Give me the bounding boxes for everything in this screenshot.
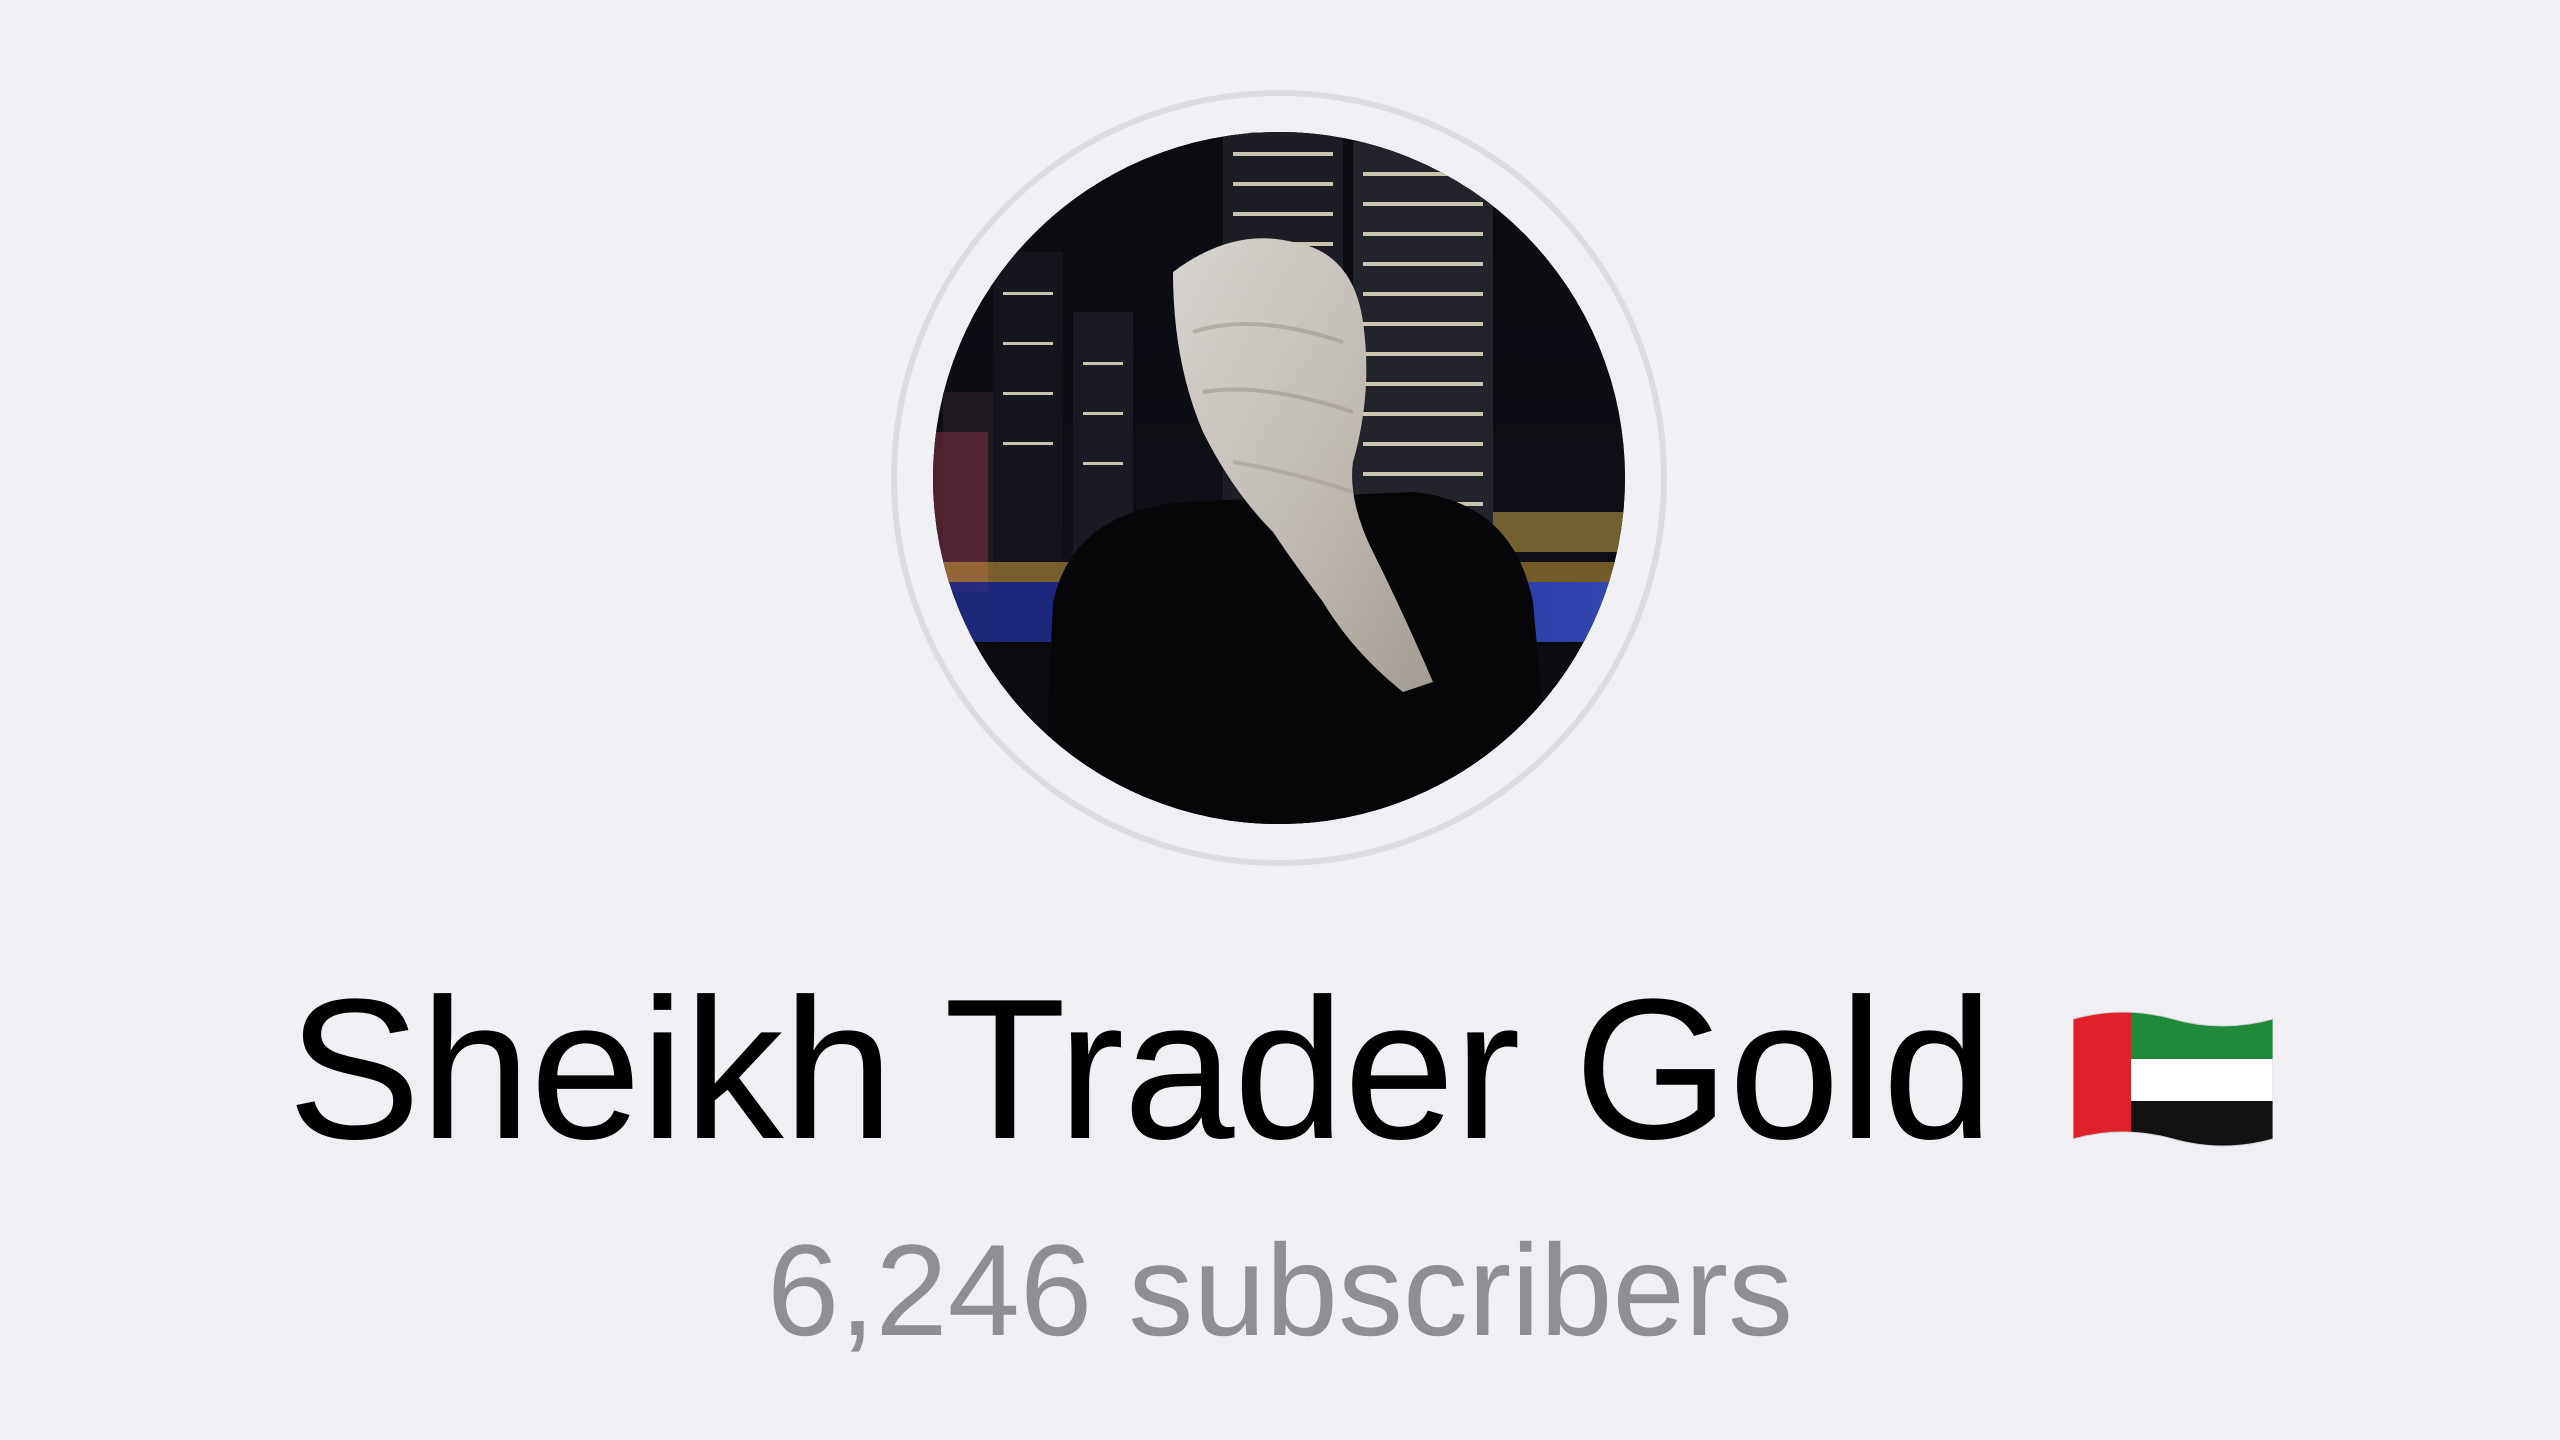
avatar[interactable] [933,132,1625,824]
profile-photo-icon [933,132,1625,824]
subscriber-count: 6,246 subscribers [766,1217,1794,1363]
channel-profile-header: Sheikh Trader Gold 6,246 subscribers [0,0,2560,1440]
uae-flag-icon [2072,1011,2273,1147]
channel-name: Sheikh Trader Gold [287,958,1993,1181]
title-row: Sheikh Trader Gold [0,960,2560,1180]
